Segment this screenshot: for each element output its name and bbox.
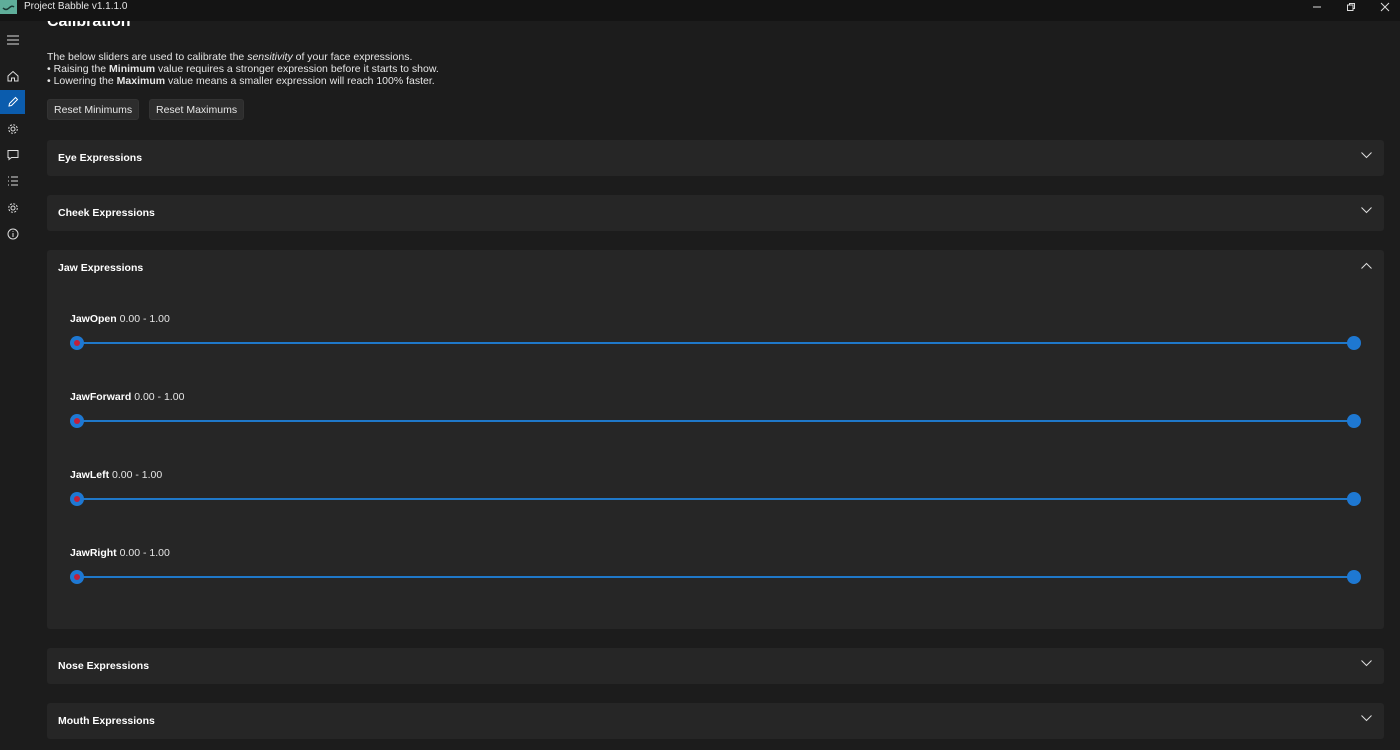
sidebar-menu-toggle[interactable] xyxy=(0,28,25,52)
panel-title: Cheek Expressions xyxy=(58,207,155,219)
window-title: Project Babble v1.1.1.0 xyxy=(24,1,128,12)
min-thumb-marker xyxy=(74,418,80,424)
minimize-button[interactable] xyxy=(1300,0,1334,14)
hamburger-menu-icon xyxy=(6,35,19,45)
panel-header-nose[interactable]: Nose Expressions xyxy=(47,648,1384,684)
panel-title: Nose Expressions xyxy=(58,660,150,672)
slider-track-jaw-open[interactable] xyxy=(77,342,1354,344)
reset-minimums-button[interactable]: Reset Minimums xyxy=(47,99,140,120)
restore-icon xyxy=(1347,3,1355,11)
min-thumb-marker xyxy=(74,574,80,580)
panel-header-eye[interactable]: Eye Expressions xyxy=(47,140,1384,176)
panel-header-jaw[interactable]: Jaw Expressions xyxy=(47,250,1384,286)
sidebar-item-home[interactable] xyxy=(0,64,25,88)
panel-nose-expressions: Nose Expressions xyxy=(47,648,1384,684)
close-button[interactable] xyxy=(1368,0,1400,14)
page-title: Calibration xyxy=(47,21,131,30)
panel-cheek-expressions: Cheek Expressions xyxy=(47,195,1384,231)
slider-max-thumb-jaw-forward[interactable] xyxy=(1347,414,1361,428)
pencil-icon xyxy=(7,96,18,107)
slider-track-jaw-left[interactable] xyxy=(77,498,1354,500)
chevron-down-icon xyxy=(1361,152,1372,159)
gear-icon xyxy=(7,124,18,134)
sidebar-item-calibration[interactable] xyxy=(0,90,25,114)
panel-jaw-expressions: Jaw Expressions JawOpen 0.00 - 1.00 JawF… xyxy=(47,250,1384,629)
sidebar-item-chat[interactable] xyxy=(0,143,25,167)
chat-bubble-icon xyxy=(7,150,18,161)
slider-label-jaw-right: JawRight 0.00 - 1.00 xyxy=(70,547,170,559)
sidebar xyxy=(0,21,25,750)
panel-mouth-expressions: Mouth Expressions xyxy=(47,703,1384,739)
slider-track-jaw-forward[interactable] xyxy=(77,420,1354,422)
close-icon xyxy=(1380,2,1390,12)
slider-label-jaw-open: JawOpen 0.00 - 1.00 xyxy=(70,313,170,325)
slider-max-thumb-jaw-right[interactable] xyxy=(1347,570,1361,584)
min-thumb-marker xyxy=(74,496,80,502)
chevron-down-icon xyxy=(1361,660,1372,667)
intro-line-2: • Raising the Minimum value requires a s… xyxy=(47,63,439,75)
chevron-down-icon xyxy=(1361,207,1372,214)
panel-title: Eye Expressions xyxy=(58,152,143,164)
panel-eye-expressions: Eye Expressions xyxy=(47,140,1384,176)
sidebar-item-list[interactable] xyxy=(0,169,25,193)
settings-gear-icon xyxy=(7,203,18,213)
min-thumb-marker xyxy=(74,340,80,346)
slider-min-thumb-jaw-left[interactable] xyxy=(70,492,84,506)
panel-title: Jaw Expressions xyxy=(58,262,144,274)
title-bar: Project Babble v1.1.1.0 xyxy=(0,0,1400,21)
restore-button[interactable] xyxy=(1334,0,1368,14)
list-icon xyxy=(7,176,18,186)
slider-track-jaw-right[interactable] xyxy=(77,576,1354,578)
sidebar-item-algorithm[interactable] xyxy=(0,117,25,141)
chevron-down-icon xyxy=(1361,715,1372,722)
sidebar-item-settings[interactable] xyxy=(0,196,25,220)
intro-line-3: • Lowering the Maximum value means a sma… xyxy=(47,75,435,87)
minimize-icon xyxy=(1313,6,1321,8)
intro-text: The below sliders are used to calibrate … xyxy=(47,51,439,87)
panel-header-cheek[interactable]: Cheek Expressions xyxy=(47,195,1384,231)
slider-max-thumb-jaw-left[interactable] xyxy=(1347,492,1361,506)
chevron-up-icon xyxy=(1361,262,1372,269)
slider-min-thumb-jaw-forward[interactable] xyxy=(70,414,84,428)
panel-title: Mouth Expressions xyxy=(58,715,155,727)
calibration-page: Calibration The below sliders are used t… xyxy=(25,21,1400,750)
info-icon xyxy=(7,228,18,240)
slider-min-thumb-jaw-open[interactable] xyxy=(70,336,84,350)
slider-max-thumb-jaw-open[interactable] xyxy=(1347,336,1361,350)
reset-maximums-button[interactable]: Reset Maximums xyxy=(149,99,245,120)
sidebar-item-about[interactable] xyxy=(0,222,25,246)
slider-label-jaw-left: JawLeft 0.00 - 1.00 xyxy=(70,469,163,481)
slider-min-thumb-jaw-right[interactable] xyxy=(70,570,84,584)
intro-line-1: The below sliders are used to calibrate … xyxy=(47,51,413,63)
slider-label-jaw-forward: JawForward 0.00 - 1.00 xyxy=(70,391,185,403)
app-logo-icon xyxy=(0,0,17,14)
home-icon xyxy=(7,70,18,82)
panel-header-mouth[interactable]: Mouth Expressions xyxy=(47,703,1384,739)
